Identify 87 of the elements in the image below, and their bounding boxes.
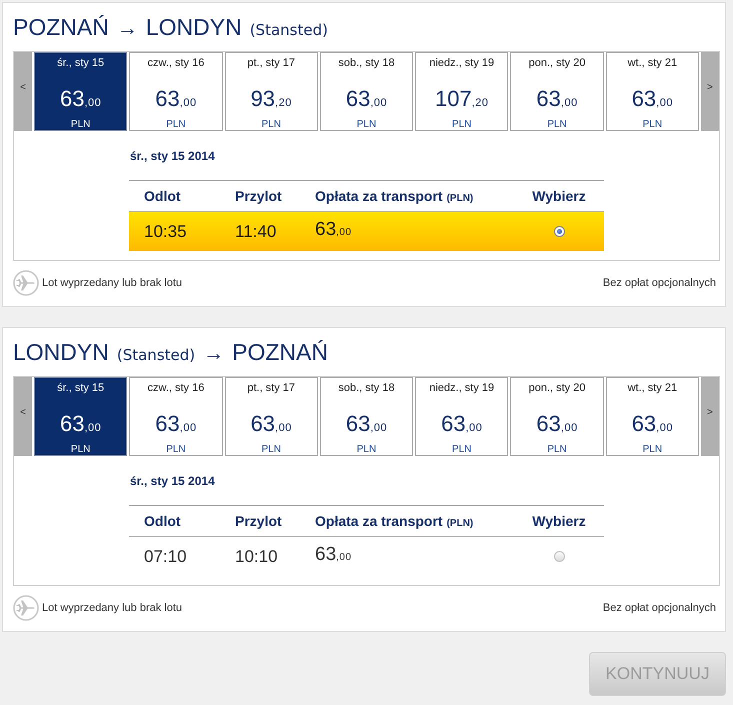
currency-label: PLN (547, 118, 567, 131)
previous-dates-button[interactable]: < (14, 377, 32, 456)
price: 63,00 (632, 412, 673, 438)
column-header: Opłata za transport (PLN) (315, 513, 474, 529)
day-label: czw., sty 16 (147, 56, 204, 70)
date-option[interactable]: pon., sty 20 63,00 PLN (510, 377, 604, 456)
date-option[interactable]: sob., sty 18 63,00 PLN (320, 52, 414, 131)
fare-price: 63,00 (315, 544, 352, 566)
currency-label: PLN (166, 118, 186, 131)
currency-label: PLN (70, 118, 90, 131)
previous-dates-button[interactable]: < (14, 52, 32, 131)
departure-time: 07:10 (144, 546, 187, 566)
plane-icon (13, 270, 39, 296)
departure-time: 10:35 (144, 222, 187, 242)
day-label: niedz., sty 19 (429, 56, 494, 70)
column-header: Opłata za transport (PLN) (315, 188, 474, 204)
highlighted-flight-row[interactable]: 10:35 11:40 63,00 (129, 212, 604, 251)
day-label: śr., sty 15 (57, 381, 104, 395)
price: 63,00 (250, 412, 292, 438)
day-label: pon., sty 20 (528, 56, 586, 70)
currency-label: PLN (261, 118, 281, 131)
price: 63,00 (441, 412, 482, 438)
day-label: niedz., sty 19 (429, 381, 494, 395)
price: 63,00 (536, 87, 578, 113)
price: 63,00 (155, 87, 197, 113)
radio-button[interactable] (554, 226, 564, 237)
day-label: śr., sty 15 (57, 56, 104, 70)
date-heading: śr., sty 15 2014 (130, 148, 215, 164)
day-label: sob., sty 18 (338, 381, 395, 395)
legend-text: Lot wyprzedany lub brak lotu (42, 277, 182, 289)
route-title: POZNAŃ → LONDYN (Stansted) (13, 13, 328, 42)
date-option[interactable]: sob., sty 18 63,00 PLN (320, 377, 414, 456)
arrival-time: 10:10 (235, 546, 278, 566)
fare-price: 63,00 (315, 218, 352, 240)
date-option[interactable]: wt., sty 21 63,00 PLN (606, 377, 699, 456)
plane-icon (13, 595, 39, 621)
currency-label: PLN (356, 118, 376, 131)
column-header: Odlot (144, 513, 181, 529)
next-dates-button[interactable]: > (700, 52, 719, 131)
date-option[interactable]: śr., sty 15 63,00 PLN (34, 377, 128, 456)
date-option[interactable]: pt., sty 17 63,00 PLN (224, 377, 318, 456)
date-option[interactable]: niedz., sty 19 63,00 PLN (415, 377, 508, 456)
price: 63,00 (346, 412, 388, 438)
day-label: sob., sty 18 (338, 56, 395, 70)
currency-label: PLN (642, 118, 662, 131)
legend-text: Lot wyprzedany lub brak lotu (42, 602, 182, 614)
next-dates-button[interactable]: > (700, 377, 719, 456)
price: 63,00 (632, 87, 673, 113)
radio-button[interactable] (554, 551, 564, 562)
price: 63,00 (155, 412, 197, 438)
price: 63,00 (60, 412, 102, 438)
price: 107,20 (435, 87, 489, 113)
price: 63,00 (536, 412, 578, 438)
date-option[interactable]: niedz., sty 19 107,20 PLN (415, 52, 508, 131)
column-header: Przylot (235, 513, 282, 529)
currency-label: PLN (547, 443, 567, 456)
price: 63,00 (346, 87, 388, 113)
date-option[interactable]: śr., sty 15 63,00 PLN (34, 52, 128, 131)
currency-label: PLN (452, 118, 472, 131)
day-label: wt., sty 21 (628, 56, 678, 70)
currency-label: PLN (356, 443, 376, 456)
day-label: czw., sty 16 (147, 381, 204, 395)
date-option[interactable]: pt., sty 17 93,20 PLN (224, 52, 318, 131)
price: 93,20 (250, 87, 292, 113)
column-header: Odlot (144, 188, 181, 204)
day-label: pt., sty 17 (247, 56, 296, 70)
currency-label: PLN (166, 443, 186, 456)
date-option[interactable]: czw., sty 16 63,00 PLN (129, 52, 223, 131)
day-label: pon., sty 20 (528, 381, 586, 395)
currency-label: PLN (452, 443, 472, 456)
date-option[interactable]: pon., sty 20 63,00 PLN (510, 52, 604, 131)
date-option[interactable]: czw., sty 16 63,00 PLN (129, 377, 223, 456)
date-option[interactable]: wt., sty 21 63,00 PLN (606, 52, 699, 131)
currency-label: PLN (261, 443, 281, 456)
route-title: LONDYN (Stansted) → POZNAŃ (13, 338, 328, 367)
column-header: Wybierz (532, 513, 586, 529)
price: 63,00 (60, 87, 102, 113)
fees-note: Bez opłat opcjonalnych (602, 602, 716, 614)
day-label: wt., sty 21 (628, 381, 678, 395)
currency-label: PLN (70, 443, 90, 456)
arrival-time: 11:40 (235, 222, 276, 242)
day-label: pt., sty 17 (247, 381, 296, 395)
fees-note: Bez opłat opcjonalnych (602, 277, 716, 289)
column-header: Wybierz (532, 188, 586, 204)
currency-label: PLN (642, 443, 662, 456)
date-heading: śr., sty 15 2014 (130, 473, 215, 489)
column-header: Przylot (235, 188, 282, 204)
